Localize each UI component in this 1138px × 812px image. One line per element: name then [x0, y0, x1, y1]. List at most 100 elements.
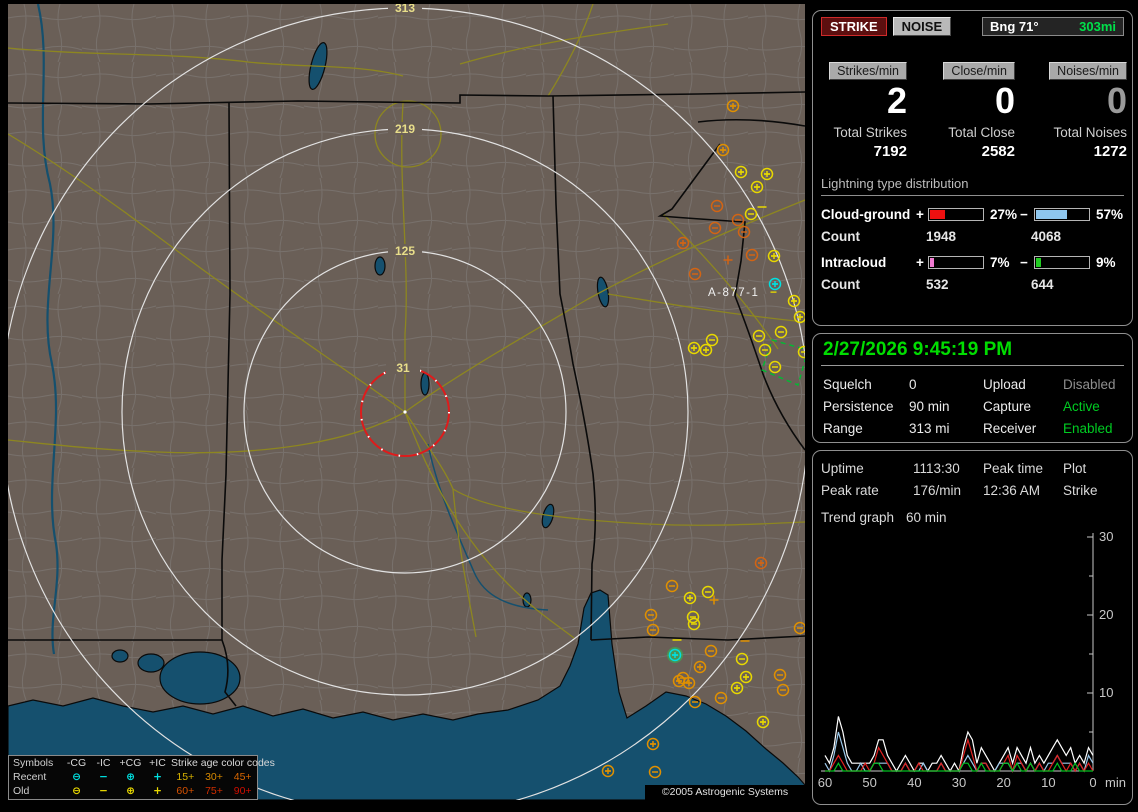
count-row-2: Count532644 [821, 277, 1124, 292]
bearing-value: Bng 71° [990, 19, 1039, 34]
status-label: Receiver [983, 421, 1063, 436]
legend-symbol-0: ⊖ [63, 785, 90, 799]
ring-label-31: 31 [396, 361, 410, 375]
legend-age-header: Strike age color codes [171, 756, 257, 770]
status-label: Capture [983, 399, 1063, 414]
status-value: 0 [909, 377, 983, 392]
plus-sign: + [916, 207, 928, 222]
total-label-2: Total Close [948, 125, 1015, 140]
negative-count: 4068 [1031, 229, 1124, 244]
negative-bar [1034, 256, 1090, 269]
status-label: Range [823, 421, 909, 436]
legend-age-75: 75+ [200, 785, 229, 799]
negative-count: 644 [1031, 277, 1124, 292]
trend-graph-window: 60 min [906, 510, 1124, 525]
strike-cp-cyan [667, 647, 683, 663]
trend-graph-label: Trend graph [821, 510, 906, 525]
legend-age-15: 15+ [171, 770, 200, 784]
counter-column-1: Strikes/min 2 Total Strikes 7192 [819, 62, 907, 160]
receiver-status-grid: Squelch0UploadDisabledPersistence90 minC… [813, 366, 1132, 436]
status-value: 313 mi [909, 421, 983, 436]
status-value: 90 min [909, 399, 983, 414]
status-label: Persistence [823, 399, 909, 414]
distribution-row-1: Cloud-ground+27%− 57% [821, 207, 1124, 222]
legend-header-Symbols: Symbols [9, 756, 63, 770]
datetime-display: 2/27/2026 9:45:19 PM [821, 334, 1124, 366]
noise-button[interactable]: NOISE [893, 17, 951, 36]
status-panel: 2/27/2026 9:45:19 PM Squelch0UploadDisab… [812, 333, 1133, 443]
stat-value: 1113:30 [913, 461, 983, 476]
trend-series-pos_cg [825, 740, 1093, 771]
svg-text:10: 10 [1099, 685, 1113, 700]
svg-text:20: 20 [1099, 607, 1113, 622]
negative-percent: 9% [1090, 255, 1124, 270]
positive-percent: 7% [984, 255, 1020, 270]
count-row-1: Count19484068 [821, 229, 1124, 244]
legend-age-45: 45+ [228, 770, 257, 784]
trend-graph: 1020306050403020100min [817, 527, 1129, 789]
distribution-type-name: Cloud-ground [821, 207, 916, 222]
svg-text:30: 30 [1099, 529, 1113, 544]
legend-row-old: Old [9, 785, 63, 799]
total-label-3: Total Noises [1053, 125, 1127, 140]
positive-percent: 27% [984, 207, 1020, 222]
positive-count: 1948 [926, 229, 1031, 244]
status-label: Squelch [823, 377, 909, 392]
rate-value-3: 0 [1107, 82, 1127, 120]
legend-header-IC: +IC [144, 756, 171, 770]
plus-sign: + [916, 255, 928, 270]
rate-counters: Strikes/min 2 Total Strikes 7192 Close/min 0 T… [813, 36, 1132, 160]
strike-button[interactable]: STRIKE [821, 17, 887, 36]
legend-header-CG: +CG [117, 756, 144, 770]
svg-text:A-877-1: A-877-1 [708, 287, 759, 299]
svg-text:−: − [770, 285, 777, 299]
positive-count: 532 [926, 277, 1031, 292]
legend-header-CG: -CG [63, 756, 90, 770]
stat-value: Strike [1063, 483, 1124, 498]
total-label-1: Total Strikes [833, 125, 907, 140]
positive-bar [928, 256, 984, 269]
negative-percent: 57% [1090, 207, 1124, 222]
svg-text:0: 0 [1089, 775, 1096, 789]
minus-sign: − [1020, 207, 1034, 222]
stat-value: Plot [1063, 461, 1124, 476]
count-label: Count [821, 277, 926, 292]
negative-bar [1034, 208, 1090, 221]
svg-text:40: 40 [907, 775, 921, 789]
ring-label-313: 313 [395, 4, 415, 15]
rate-badge-2[interactable]: Close/min [943, 62, 1015, 80]
legend-symbol-1: − [90, 770, 117, 784]
legend-symbol-0: ⊖ [63, 770, 90, 784]
stat-label: Peak rate [821, 483, 913, 498]
lightning-map[interactable]: 31321912531 A-877-1 − Symbols-CG-IC+CG+I… [8, 4, 805, 800]
ring-label-125: 125 [395, 244, 415, 258]
copyright-label: ©2005 Astrogenic Systems [645, 785, 805, 800]
strike-counter-panel: STRIKE NOISE Bng 71° 303mi Strikes/min 2 T… [812, 10, 1133, 326]
legend-symbol-2: ⊕ [117, 785, 144, 799]
stat-value: 176/min [913, 483, 983, 498]
status-value: Enabled [1063, 421, 1122, 436]
uptime-stats-grid: Uptime1113:30Peak timePlotPeak rate176/m… [813, 451, 1132, 498]
rate-badge-1[interactable]: Strikes/min [829, 62, 907, 80]
distribution-row-2: Intracloud+7%−9% [821, 255, 1124, 270]
positive-bar [928, 208, 984, 221]
svg-text:60: 60 [818, 775, 832, 789]
station-marker [403, 410, 406, 413]
lightning-type-distribution: Lightning type distribution Cloud-ground… [821, 176, 1124, 292]
total-value-3: 1272 [1094, 143, 1127, 160]
total-value-1: 7192 [874, 143, 907, 160]
rate-value-1: 2 [887, 82, 907, 120]
trend-panel: Uptime1113:30Peak timePlotPeak rate176/m… [812, 450, 1133, 805]
legend-age-90: 90+ [228, 785, 257, 799]
map-legend: Symbols-CG-IC+CG+ICStrike age color code… [8, 755, 258, 800]
svg-text:10: 10 [1041, 775, 1055, 789]
legend-header-IC: -IC [90, 756, 117, 770]
bearing-range-display: Bng 71° 303mi [982, 17, 1124, 36]
legend-row-recent: Recent [9, 770, 63, 784]
rate-badge-3[interactable]: Noises/min [1049, 62, 1127, 80]
distribution-title: Lightning type distribution [821, 176, 1124, 196]
legend-age-60: 60+ [171, 785, 200, 799]
negative-bar-fill [1036, 210, 1067, 219]
bearing-distance: 303mi [1079, 19, 1116, 34]
svg-text:min: min [1105, 775, 1126, 789]
